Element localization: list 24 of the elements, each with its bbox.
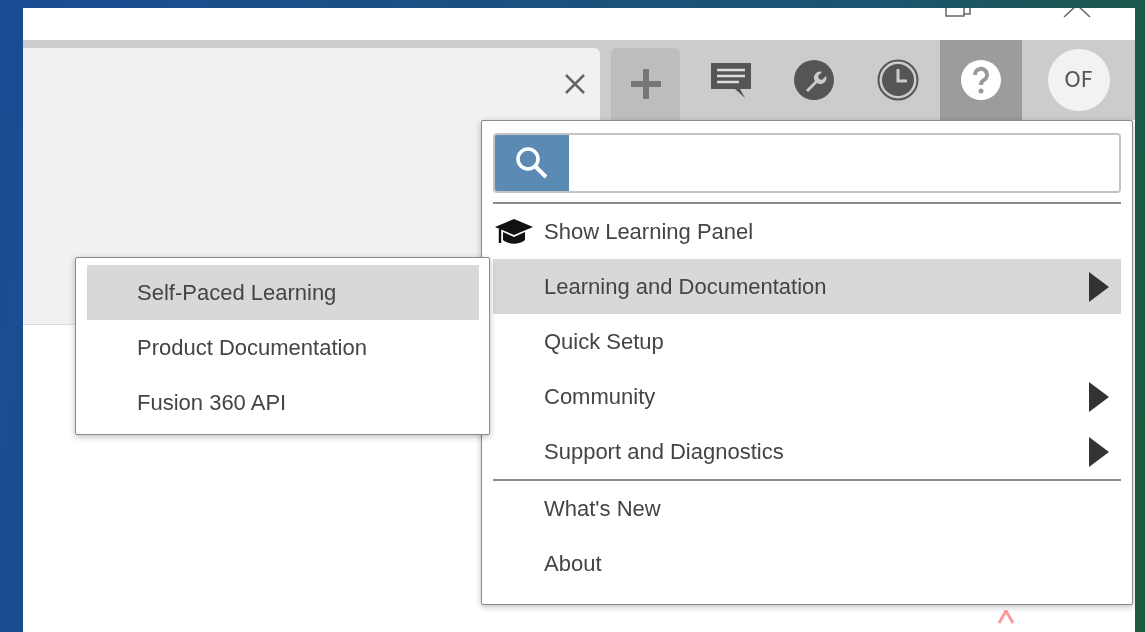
menu-item[interactable]: About: [493, 536, 1121, 591]
plus-icon: [628, 67, 663, 101]
menu-item[interactable]: Community: [493, 369, 1121, 424]
menu-item[interactable]: Fusion 360 API: [87, 375, 479, 430]
restore-icon[interactable]: [945, 8, 971, 18]
menu-item[interactable]: Self-Paced Learning: [87, 265, 479, 320]
menu-item[interactable]: Learning and Documentation: [493, 259, 1121, 314]
caret-icon: [998, 610, 1014, 624]
menu-item[interactable]: Support and Diagnostics: [493, 424, 1121, 479]
wrench-icon: [792, 59, 835, 101]
comment-icon: [710, 61, 752, 99]
help-button[interactable]: [940, 40, 1022, 120]
new-tab-button[interactable]: [611, 48, 680, 120]
search-icon: [515, 146, 549, 180]
caret-up-icon[interactable]: [1063, 8, 1091, 18]
menu-item[interactable]: Quick Setup: [493, 314, 1121, 369]
search-box[interactable]: [493, 133, 1121, 193]
close-icon[interactable]: [564, 73, 586, 95]
menu-item[interactable]: What's New: [493, 481, 1121, 536]
user-avatar[interactable]: OF: [1047, 49, 1110, 111]
help-icon: [960, 59, 1002, 101]
menu-item[interactable]: Product Documentation: [87, 320, 479, 375]
menu-item[interactable]: Show Learning Panel: [493, 204, 1121, 259]
clock-icon: [876, 59, 919, 101]
